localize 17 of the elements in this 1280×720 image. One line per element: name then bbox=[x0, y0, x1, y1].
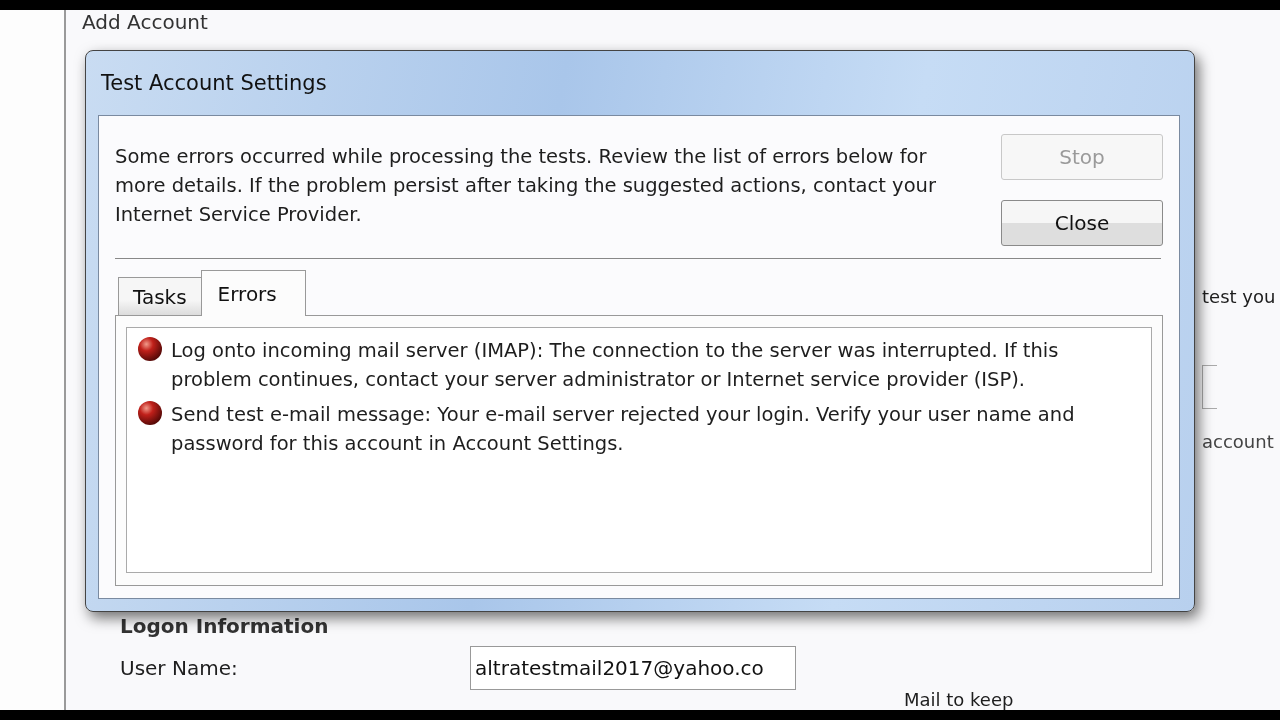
error-icon bbox=[137, 400, 163, 426]
field-label: User Name: bbox=[120, 656, 239, 680]
label-text: Mail to keep bbox=[904, 690, 1015, 710]
dialog-title: Test Account Settings bbox=[101, 70, 327, 96]
window-title: Add Account bbox=[82, 10, 208, 34]
error-icon bbox=[137, 336, 163, 362]
close-button[interactable]: Close bbox=[1001, 200, 1163, 246]
instruction-text: test you bbox=[1202, 286, 1277, 307]
input-field[interactable]: altratestmail2017@yahoo.co bbox=[470, 646, 796, 690]
error-message: Send test e-mail message: Your e-mail server rejected your login. Verify your user name and password for this account in Account Settings. bbox=[171, 402, 1076, 457]
error-message: Log onto incoming mail server (IMAP): The connection to the server was interrupted. If this problem continues, contact your server administrator or Internet service provider (ISP). bbox=[171, 338, 1060, 393]
input-field[interactable] bbox=[1202, 365, 1217, 409]
tab[interactable]: Tasks bbox=[118, 277, 202, 315]
option-text: account bbox=[1202, 431, 1275, 452]
tab[interactable]: Errors bbox=[200, 270, 306, 316]
message-text: Some errors occurred while processing the tests. Review the list of errors below for more details. If the problem persist after taking the suggested actions, contact your Internet Service Provider. bbox=[115, 144, 937, 228]
section-title: Logon Information bbox=[120, 614, 330, 638]
